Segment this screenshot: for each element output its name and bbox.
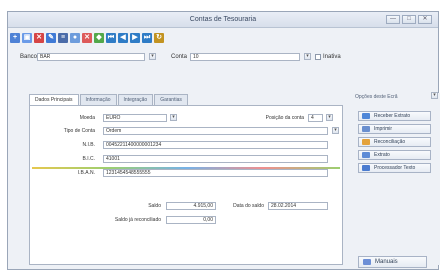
- conta-label: Conta: [171, 54, 188, 60]
- tab-informacao[interactable]: Informação: [79, 94, 117, 105]
- treasury-accounts-window: Contas de Tesouraria — □ ✕ + ▣ ✕ ✎ ≡ ● ✕ ◆ ⏮ ◀ ▶ ⏭ ↻…: [7, 11, 440, 270]
- toolbar: + ▣ ✕ ✎ ≡ ● ✕ ◆ ⏮ ◀ ▶ ⏭ ↻: [10, 31, 164, 45]
- minimize-button[interactable]: —: [386, 15, 400, 24]
- posicao-input[interactable]: 4: [308, 114, 323, 122]
- reconciliacao-button[interactable]: Reconciliação: [358, 137, 431, 147]
- receber-extrato-button[interactable]: Receber Extrato: [358, 111, 431, 121]
- data-saldo-label: Data do saldo: [233, 203, 264, 209]
- extrato-button[interactable]: Extrato: [358, 150, 431, 160]
- nav-first-icon[interactable]: ⏮: [106, 33, 116, 43]
- tab-integracao[interactable]: Integração: [117, 94, 154, 105]
- imprimir-label: Imprimir: [374, 126, 393, 132]
- decorative-divider: [32, 167, 340, 169]
- options-header: Opções deste Ecrã: [355, 94, 398, 100]
- data-saldo-input: 28.02.2014: [268, 202, 328, 210]
- nav-last-icon[interactable]: ⏭: [142, 33, 152, 43]
- bic-input[interactable]: 41001: [103, 155, 328, 163]
- manuais-label: Manuais: [375, 259, 398, 265]
- posicao-stepper[interactable]: ▾: [326, 114, 333, 121]
- window-controls: — □ ✕: [386, 15, 432, 24]
- banco-label: Banco: [20, 54, 38, 60]
- moeda-label: Moeda: [79, 115, 95, 121]
- options-sidebar: Opções deste Ecrã ▾ Receber Extrato Impr…: [353, 92, 440, 265]
- tab-garantias[interactable]: Garantias: [154, 94, 188, 105]
- banco-dropdown-button[interactable]: ▾: [149, 53, 156, 60]
- new-icon[interactable]: +: [10, 33, 20, 43]
- banco-input[interactable]: BAR: [37, 53, 145, 61]
- tab-strip: Dados Principais Informação Integração G…: [29, 94, 188, 105]
- delete-icon[interactable]: ✕: [34, 33, 44, 43]
- posicao-label: Posição da conta: [265, 115, 304, 121]
- saldo-input: 4.915,00: [166, 202, 216, 210]
- conta-input[interactable]: 10: [190, 53, 300, 61]
- tipo-conta-dropdown-button[interactable]: ▾: [332, 127, 339, 134]
- download-icon: [362, 113, 370, 119]
- close-button[interactable]: ✕: [418, 15, 432, 24]
- inativa-label: Inativa: [323, 54, 341, 60]
- close-icon[interactable]: ✕: [82, 33, 92, 43]
- manual-icon: [363, 259, 371, 265]
- saldo-reconciliado-input: 0,00: [166, 216, 216, 224]
- reconcile-icon: [362, 139, 370, 145]
- title-bar: Contas de Tesouraria — □ ✕: [8, 12, 438, 28]
- filter-icon[interactable]: ◆: [94, 33, 104, 43]
- printer-icon: [362, 126, 370, 132]
- saldo-label: Saldo: [148, 203, 161, 209]
- nav-prev-icon[interactable]: ◀: [118, 33, 128, 43]
- manuais-button[interactable]: Manuais: [358, 256, 427, 268]
- window-title: Contas de Tesouraria: [189, 16, 257, 23]
- edit-icon[interactable]: ✎: [46, 33, 56, 43]
- list-icon[interactable]: ≡: [58, 33, 68, 43]
- save-icon[interactable]: ▣: [22, 33, 32, 43]
- receber-extrato-label: Receber Extrato: [374, 113, 411, 119]
- tipo-conta-label: Tipo de Conta: [63, 128, 95, 134]
- imprimir-button[interactable]: Imprimir: [358, 124, 431, 134]
- extrato-label: Extrato: [374, 152, 390, 158]
- user-icon[interactable]: ●: [70, 33, 80, 43]
- word-processor-icon: [362, 165, 370, 171]
- moeda-dropdown-button[interactable]: ▾: [170, 114, 177, 121]
- tab-dados-principais[interactable]: Dados Principais: [29, 94, 79, 105]
- processador-texto-button[interactable]: Processador Texto: [358, 163, 431, 173]
- conta-dropdown-button[interactable]: ▾: [304, 53, 311, 60]
- dados-principais-panel: Moeda EURO ▾ Posição da conta 4 ▾ Tipo d…: [29, 105, 343, 265]
- nib-label: N.I.B.: [82, 142, 95, 148]
- reconciliacao-label: Reconciliação: [374, 139, 406, 145]
- options-dropdown-button[interactable]: ▾: [431, 92, 438, 99]
- iban-label: I.B.A.N.: [77, 170, 95, 176]
- nav-next-icon[interactable]: ▶: [130, 33, 140, 43]
- bic-label: B.I.C.: [82, 156, 95, 162]
- inativa-checkbox[interactable]: [315, 54, 321, 60]
- statement-icon: [362, 152, 370, 158]
- tipo-conta-input[interactable]: Ordem: [103, 127, 328, 135]
- iban-input[interactable]: 1231454548555555: [103, 169, 328, 177]
- processador-texto-label: Processador Texto: [374, 165, 416, 171]
- maximize-button[interactable]: □: [402, 15, 416, 24]
- moeda-input[interactable]: EURO: [103, 114, 167, 122]
- export-icon[interactable]: ↻: [154, 33, 164, 43]
- saldo-reconciliado-label: Saldo já reconciliado: [114, 217, 161, 223]
- nib-input[interactable]: 00452211400000001234: [103, 141, 328, 149]
